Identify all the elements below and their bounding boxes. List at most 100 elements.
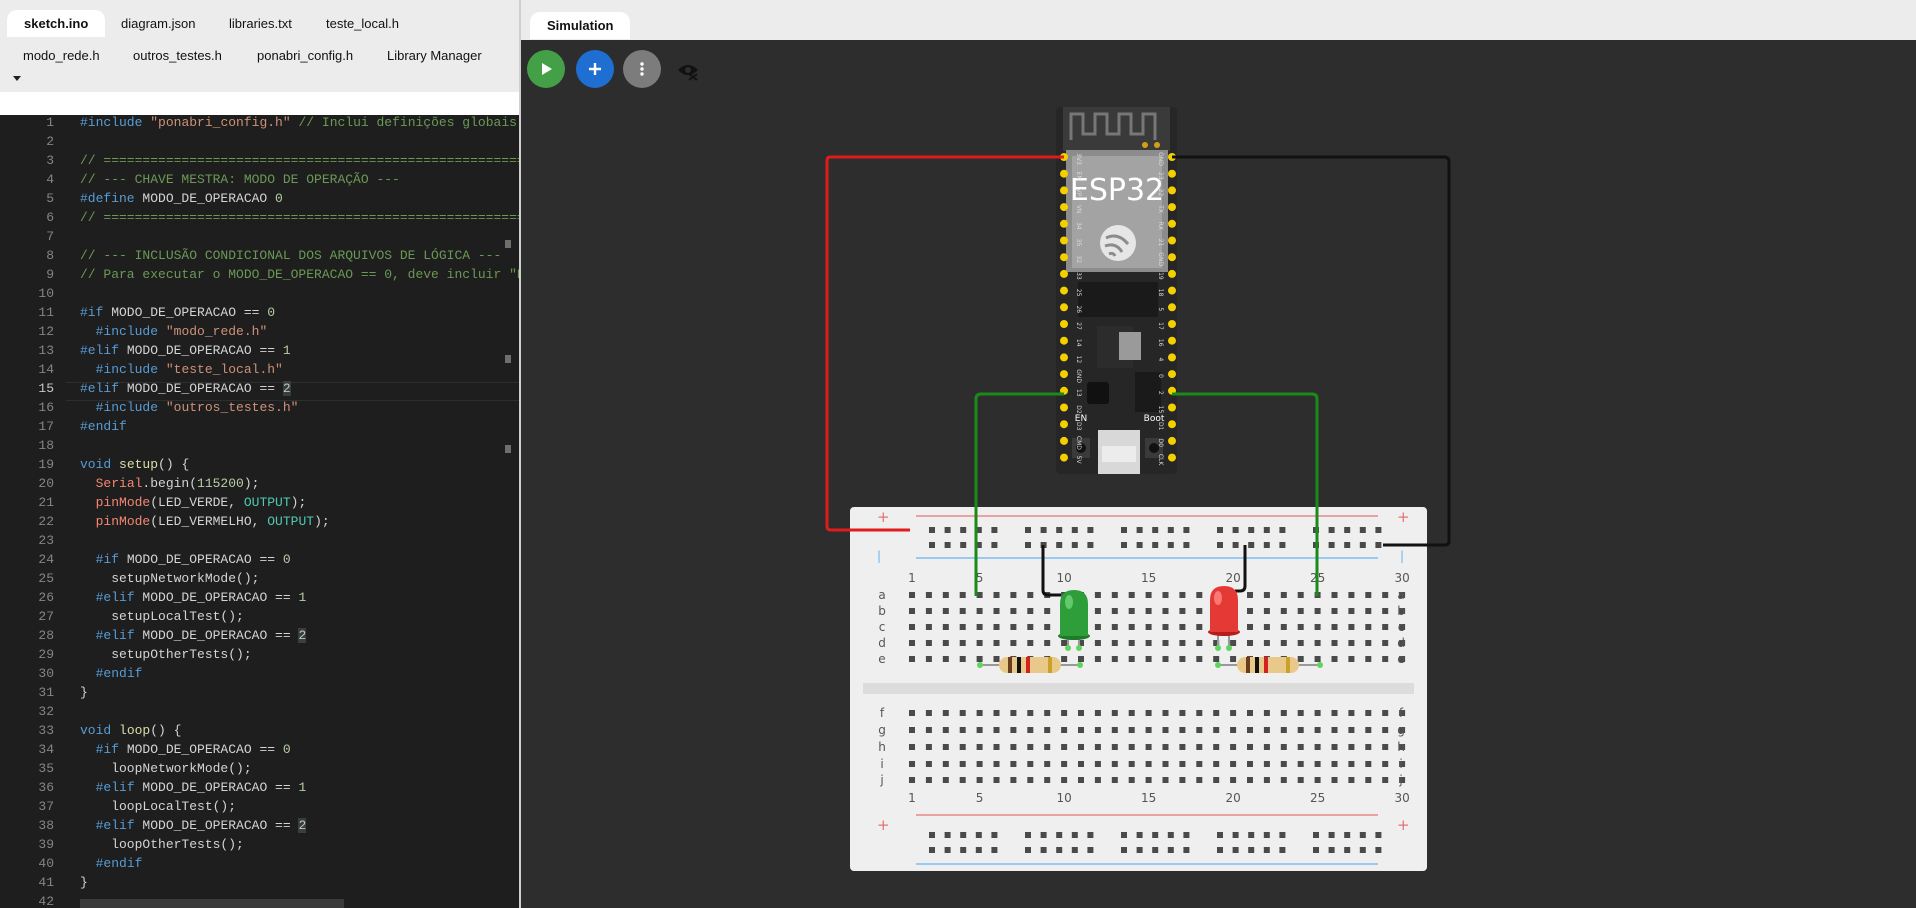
breadboard-hole[interactable]	[1280, 592, 1287, 598]
breadboard-hole[interactable]	[1179, 640, 1186, 646]
breadboard-hole[interactable]	[1183, 847, 1190, 853]
breadboard-hole[interactable]	[1040, 527, 1047, 533]
breadboard-hole[interactable]	[959, 777, 966, 783]
breadboard-hole[interactable]	[1297, 624, 1304, 630]
esp32-pin[interactable]	[1060, 286, 1068, 295]
breadboard-hole[interactable]	[1297, 656, 1304, 662]
breadboard-hole[interactable]	[925, 592, 932, 598]
breadboard-hole[interactable]	[1331, 608, 1338, 614]
breadboard-hole[interactable]	[1128, 656, 1135, 662]
breadboard-hole[interactable]	[1247, 592, 1253, 598]
code-area[interactable]: #include "ponabri_config.h" // Inclui de…	[66, 115, 519, 908]
breadboard-hole[interactable]	[1145, 624, 1152, 630]
breadboard-hole[interactable]	[1010, 640, 1017, 646]
breadboard-hole[interactable]	[1213, 761, 1220, 767]
tab-modo-rede-h[interactable]: modo_rede.h	[6, 42, 117, 69]
breadboard-hole[interactable]	[1094, 624, 1101, 630]
breadboard-hole[interactable]	[1297, 710, 1304, 716]
breadboard-hole[interactable]	[1025, 527, 1031, 533]
breadboard-hole[interactable]	[942, 710, 949, 716]
wire-red-3v3[interactable]	[825, 155, 1064, 532]
eye-off-icon[interactable]	[676, 59, 700, 81]
breadboard-hole[interactable]	[993, 640, 1000, 646]
breadboard-hole[interactable]	[1044, 608, 1051, 614]
tab-ponabri-config-h[interactable]: ponabri_config.h	[240, 42, 370, 69]
breadboard-hole[interactable]	[909, 608, 915, 614]
breadboard-hole[interactable]	[1121, 542, 1127, 548]
breadboard-hole[interactable]	[1061, 777, 1068, 783]
breadboard-hole[interactable]	[1365, 761, 1372, 767]
breadboard-hole[interactable]	[959, 744, 966, 750]
breadboard-hole[interactable]	[909, 761, 915, 767]
esp32-board[interactable]: ESP32 EN Boot 3V3ENVPVN34353233252627141…	[1056, 107, 1177, 474]
breadboard-hole[interactable]	[1232, 527, 1239, 533]
breadboard-hole[interactable]	[1121, 847, 1127, 853]
breadboard-hole[interactable]	[1056, 527, 1063, 533]
breadboard-hole[interactable]	[1314, 608, 1321, 614]
breadboard-hole[interactable]	[1094, 710, 1101, 716]
breadboard-hole[interactable]	[993, 727, 1000, 733]
breadboard-hole[interactable]	[909, 640, 915, 646]
breadboard-hole[interactable]	[1280, 761, 1287, 767]
breadboard-hole[interactable]	[1313, 847, 1319, 853]
breadboard-hole[interactable]	[1331, 710, 1338, 716]
breadboard-hole[interactable]	[1162, 592, 1169, 598]
esp32-pin[interactable]	[1168, 453, 1176, 462]
esp32-pin[interactable]	[1168, 420, 1176, 429]
breadboard-hole[interactable]	[1247, 777, 1253, 783]
breadboard-hole[interactable]	[1348, 656, 1355, 662]
breadboard-hole[interactable]	[1071, 847, 1078, 853]
esp32-pin[interactable]	[1168, 269, 1176, 278]
breadboard-hole[interactable]	[1297, 592, 1304, 598]
breadboard-hole[interactable]	[1382, 777, 1389, 783]
breadboard-hole[interactable]	[1162, 744, 1169, 750]
breadboard-hole[interactable]	[1344, 832, 1351, 838]
breadboard-hole[interactable]	[1263, 832, 1270, 838]
breadboard-hole[interactable]	[1078, 761, 1084, 767]
breadboard-hole[interactable]	[993, 777, 1000, 783]
breadboard-hole[interactable]	[1382, 592, 1389, 598]
breadboard-hole[interactable]	[1247, 744, 1253, 750]
breadboard-hole[interactable]	[1167, 542, 1174, 548]
breadboard-hole[interactable]	[975, 847, 982, 853]
breadboard-hole[interactable]	[1061, 744, 1068, 750]
breadboard-hole[interactable]	[1331, 624, 1338, 630]
breadboard-hole[interactable]	[1348, 777, 1355, 783]
breadboard-hole[interactable]	[1280, 777, 1287, 783]
breadboard-hole[interactable]	[1375, 847, 1382, 853]
breadboard-hole[interactable]	[909, 727, 915, 733]
esp32-pin[interactable]	[1060, 303, 1068, 312]
esp32-pin[interactable]	[1168, 286, 1176, 295]
breadboard-hole[interactable]	[993, 624, 1000, 630]
breadboard-hole[interactable]	[1297, 761, 1304, 767]
breadboard-hole[interactable]	[942, 656, 949, 662]
breadboard-hole[interactable]	[1365, 656, 1372, 662]
breadboard-hole[interactable]	[909, 592, 915, 598]
breadboard-hole[interactable]	[1217, 542, 1223, 548]
breadboard-hole[interactable]	[1348, 744, 1355, 750]
breadboard-hole[interactable]	[1056, 542, 1063, 548]
breadboard-hole[interactable]	[1365, 744, 1372, 750]
breadboard-hole[interactable]	[1128, 727, 1135, 733]
breadboard-hole[interactable]	[1136, 832, 1143, 838]
breadboard-hole[interactable]	[1152, 527, 1159, 533]
breadboard-hole[interactable]	[1027, 761, 1034, 767]
breadboard-hole[interactable]	[1061, 656, 1068, 662]
breadboard-hole[interactable]	[925, 744, 932, 750]
breadboard-hole[interactable]	[1183, 527, 1190, 533]
breadboard-hole[interactable]	[1111, 744, 1118, 750]
breadboard-hole[interactable]	[1263, 744, 1270, 750]
breadboard-hole[interactable]	[1167, 832, 1174, 838]
breadboard-hole[interactable]	[1078, 710, 1084, 716]
tab-libraries-txt[interactable]: libraries.txt	[212, 10, 309, 37]
esp32-pin[interactable]	[1168, 253, 1176, 262]
breadboard-hole[interactable]	[909, 624, 915, 630]
breadboard-hole[interactable]	[1162, 777, 1169, 783]
breadboard-hole[interactable]	[1297, 640, 1304, 646]
breadboard-hole[interactable]	[960, 527, 967, 533]
breadboard-hole[interactable]	[1263, 527, 1270, 533]
breadboard-hole[interactable]	[925, 777, 932, 783]
breadboard-hole[interactable]	[1196, 592, 1203, 598]
breadboard-hole[interactable]	[1179, 608, 1186, 614]
breadboard-hole[interactable]	[1279, 847, 1286, 853]
